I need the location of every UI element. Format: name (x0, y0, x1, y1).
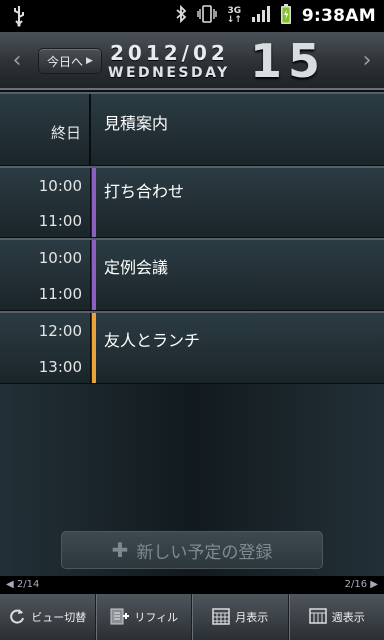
refresh-icon (8, 607, 26, 628)
date-header: ‹ 今日へ ▶ 2012/02 WEDNESDAY 15 › (0, 32, 384, 90)
day-number: 15 (250, 34, 327, 88)
event-end-time: 11:00 (38, 285, 82, 303)
week-calendar-icon (309, 607, 327, 627)
week-view-label: 週表示 (331, 611, 365, 624)
event-color-bar (92, 240, 96, 310)
event-start-time: 10:00 (38, 249, 82, 267)
day-schedule: 終日 見積案内 10:00 11:00 打ち合わせ 10:00 11:00 定例… (0, 92, 384, 576)
event-time-column: 終日 (0, 94, 91, 165)
month-view-button[interactable]: 月表示 (192, 594, 289, 640)
chevron-left-icon: ‹ (12, 47, 22, 73)
battery-icon (280, 4, 292, 28)
event-time-column: 12:00 13:00 (0, 313, 91, 383)
event-start-time: 10:00 (38, 177, 82, 195)
event-item[interactable]: 10:00 11:00 定例会議 (0, 238, 384, 311)
year-month: 2012/02 (110, 41, 229, 65)
event-start-time: 12:00 (38, 322, 82, 340)
month-view-label: 月表示 (235, 611, 269, 624)
view-switch-label: ビュー切替 (31, 611, 87, 624)
bluetooth-icon (175, 4, 187, 27)
plus-icon: ✚ (111, 538, 129, 562)
vibrate-icon (197, 5, 217, 27)
status-clock: 9:38AM (301, 6, 376, 26)
add-event-label: 新しい予定の登録 (136, 542, 273, 563)
event-time-column: 10:00 11:00 (0, 240, 91, 310)
event-item[interactable]: 10:00 11:00 打ち合わせ (0, 166, 384, 238)
month-calendar-icon (212, 607, 230, 628)
refill-button[interactable]: リフィル (95, 594, 192, 640)
next-day-text: 2/16 (344, 579, 368, 590)
event-title: 打ち合わせ (104, 182, 185, 201)
next-day-button[interactable]: › (350, 42, 384, 78)
event-title: 見積案内 (104, 114, 169, 133)
usb-icon (12, 5, 26, 31)
event-item[interactable]: 12:00 13:00 友人とランチ (0, 311, 384, 384)
add-event-button[interactable]: ✚ 新しい予定の登録 (61, 531, 323, 569)
network-3g-icon: 3G ↓↑ (226, 6, 242, 25)
status-bar: 3G ↓↑ 9:38AM (0, 0, 384, 32)
event-title: 定例会議 (104, 258, 169, 277)
event-end-time: 13:00 (38, 358, 82, 376)
triangle-right-icon: ▶ (86, 56, 93, 66)
bottom-toolbar: ビュー切替 リフィル 月表示 週表示 (0, 594, 384, 640)
event-end-time: 11:00 (38, 212, 82, 230)
signal-icon (251, 6, 270, 26)
event-title: 友人とランチ (104, 331, 201, 350)
week-view-button[interactable]: 週表示 (288, 594, 384, 640)
today-button[interactable]: 今日へ ▶ (38, 48, 102, 74)
day-pager: ◀ 2/14 2/16 ▶ (0, 576, 384, 594)
next-day-indicator[interactable]: 2/16 ▶ (345, 579, 378, 590)
chevron-right-icon: › (362, 47, 372, 73)
event-allday-label: 終日 (50, 124, 81, 142)
event-time-column: 10:00 11:00 (0, 168, 91, 237)
today-button-label: 今日へ (47, 54, 84, 69)
refill-icon (109, 606, 130, 629)
event-item-allday[interactable]: 終日 見積案内 (0, 92, 384, 166)
prev-day-button[interactable]: ‹ (0, 42, 34, 78)
event-color-bar (92, 313, 96, 383)
view-switch-button[interactable]: ビュー切替 (0, 594, 96, 640)
prev-day-indicator[interactable]: ◀ 2/14 (6, 579, 39, 590)
event-color-bar (92, 168, 96, 237)
prev-day-text: 2/14 (16, 579, 40, 590)
weekday: WEDNESDAY (108, 65, 230, 81)
refill-label: リフィル (134, 611, 179, 624)
